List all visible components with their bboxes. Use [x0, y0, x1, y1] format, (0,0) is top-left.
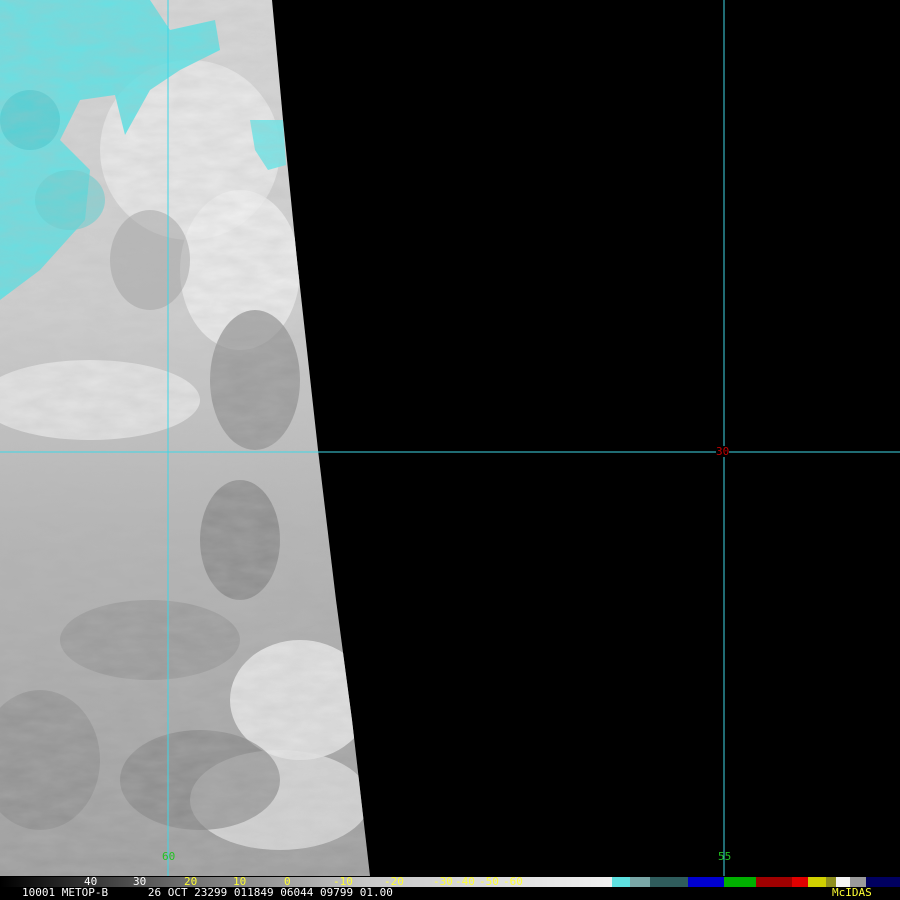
- scale-label-minus-30: -30: [433, 875, 453, 888]
- scale-label-minus-50: -50: [479, 875, 499, 888]
- longitude-label-60: 60: [162, 850, 176, 863]
- infrared-satellite-image: [0, 0, 900, 876]
- latitude-label-30: 30: [716, 445, 730, 458]
- mcidas-brand-label: McIDAS: [832, 886, 872, 899]
- satellite-view: 60 55 30 40 30 20 10 0 -10 -20 -30 -40 -…: [0, 0, 900, 900]
- scale-label-minus-60: -60: [503, 875, 523, 888]
- scale-label-minus-40: -40: [455, 875, 475, 888]
- image-metadata-text: 10001 METOP-B 26 OCT 23299 011849 06044 …: [22, 886, 393, 899]
- longitude-label-55: 55: [718, 850, 732, 863]
